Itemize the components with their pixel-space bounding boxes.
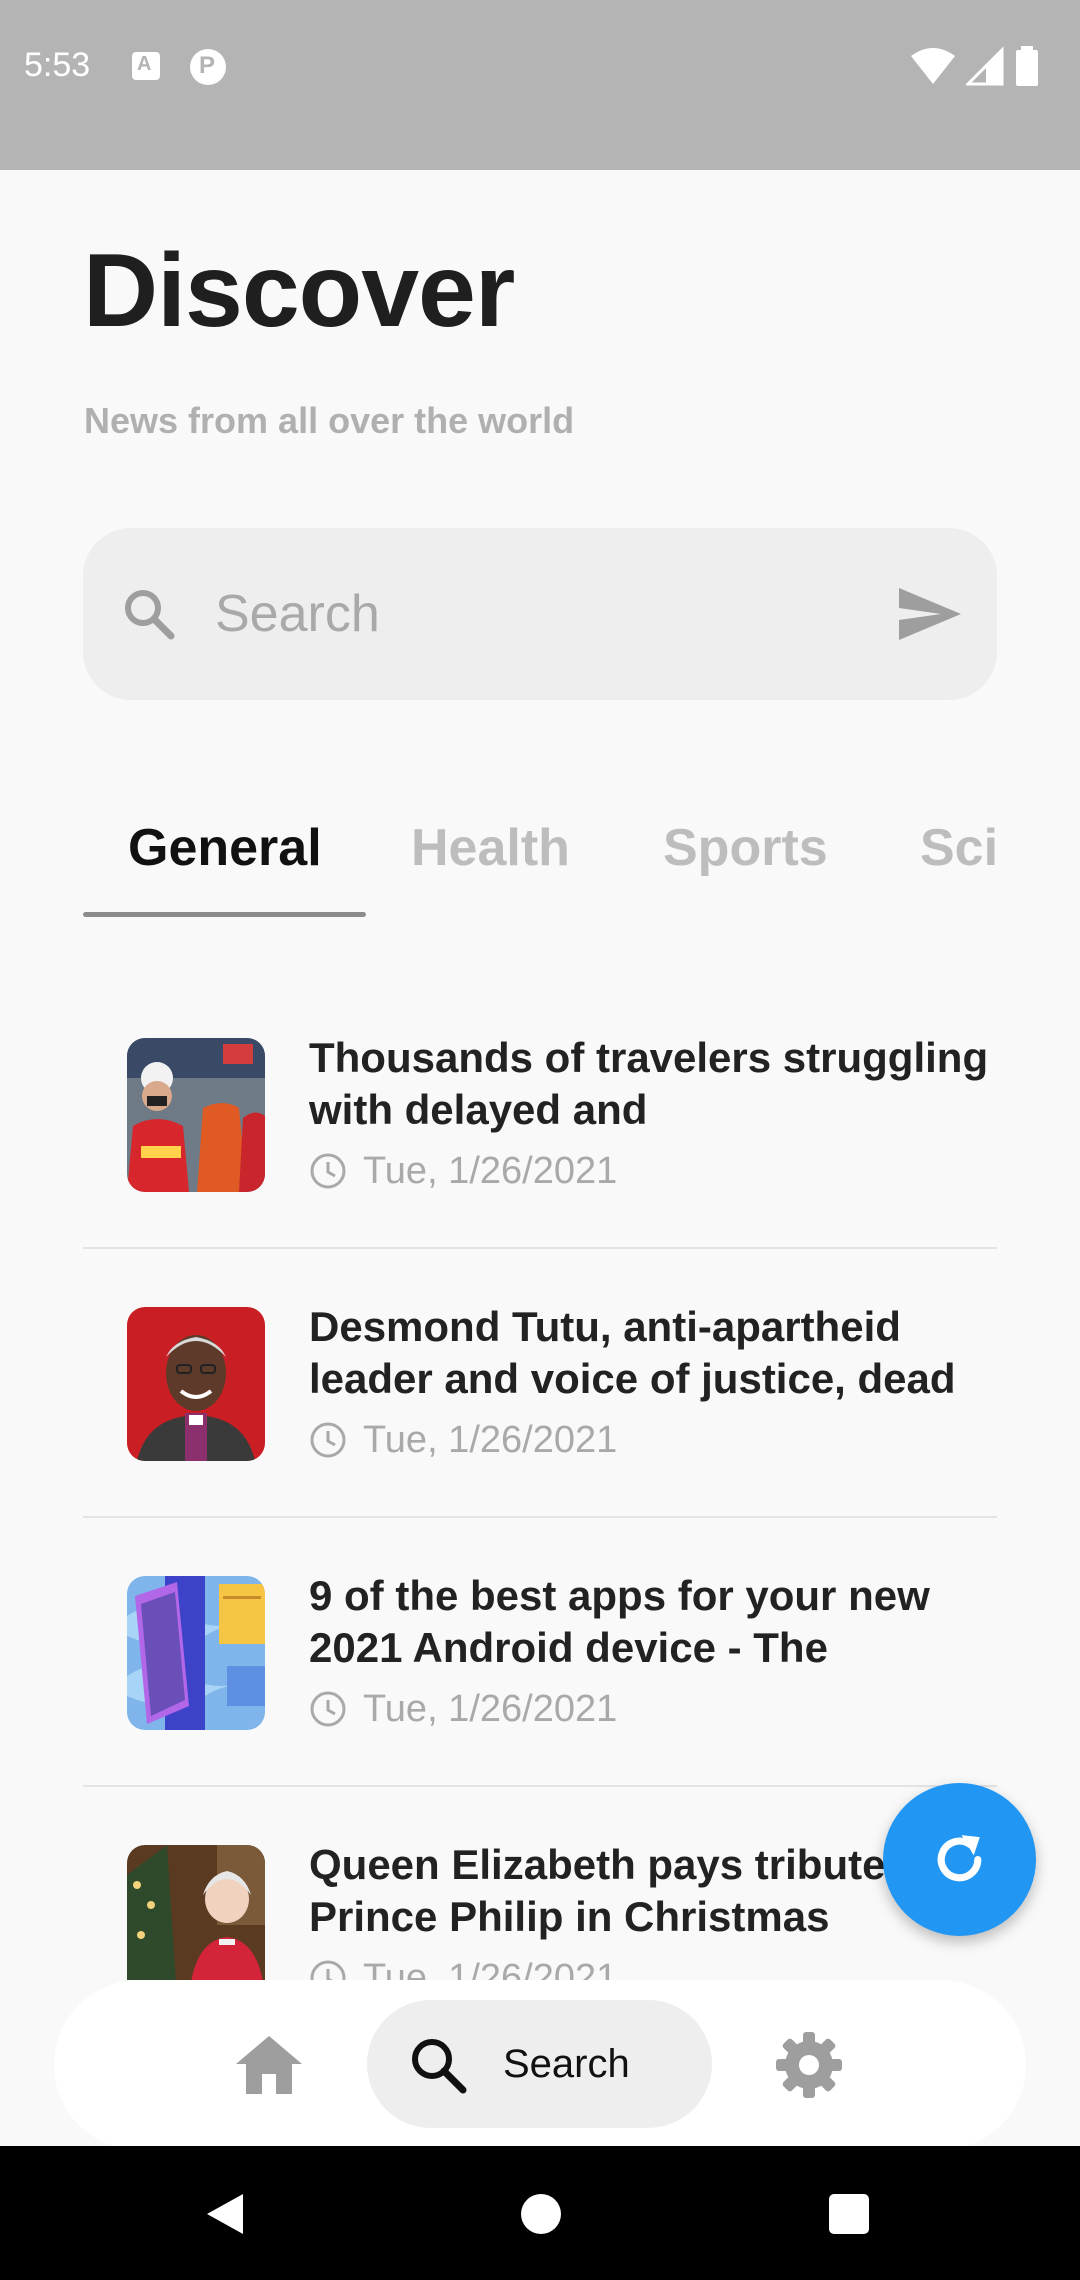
tab-health[interactable]: Health — [411, 818, 570, 878]
send-icon[interactable] — [897, 584, 963, 644]
home-button[interactable] — [521, 2194, 561, 2234]
clock-icon — [310, 1691, 346, 1727]
travelers-photo — [127, 1038, 265, 1192]
notification-p-icon: P — [190, 49, 226, 85]
page-subtitle: News from all over the world — [84, 400, 575, 441]
news-thumbnail — [127, 1307, 265, 1461]
notification-p-glyph: P — [199, 52, 216, 79]
queen-elizabeth-photo — [127, 1845, 265, 1980]
back-icon[interactable] — [205, 2192, 245, 2236]
notification-a-glyph: A — [137, 53, 152, 75]
tab-general[interactable]: General — [128, 818, 322, 878]
news-item[interactable]: Queen Elizabeth pays tribute to Prince P… — [83, 1787, 997, 1980]
search-icon — [412, 2039, 467, 2094]
page-title: Discover — [83, 233, 515, 349]
news-date: Tue, 1/26/2021 — [363, 1957, 618, 1980]
tab-sports[interactable]: Sports — [663, 818, 828, 878]
news-title: 9 of the best apps for your new 2021 And… — [309, 1572, 930, 1671]
android-apps-photo — [127, 1576, 265, 1730]
status-icons — [910, 46, 1060, 86]
clock-icon — [310, 1422, 346, 1458]
screen: 5:53 A P Discover News from all over the… — [0, 0, 1080, 2280]
news-thumbnail — [127, 1038, 265, 1192]
search-icon — [125, 590, 175, 640]
refresh-icon — [937, 1835, 982, 1882]
refresh-button[interactable] — [883, 1783, 1036, 1936]
search-bar[interactable] — [83, 528, 997, 700]
wifi-icon — [911, 48, 955, 84]
cellular-signal-icon — [966, 46, 1004, 86]
news-list: Thousands of travelers struggling with d… — [83, 980, 997, 1980]
battery-icon — [1016, 46, 1038, 86]
clock-icon — [310, 1153, 346, 1189]
news-thumbnail — [127, 1845, 265, 1980]
news-item[interactable]: Desmond Tutu, anti-apartheid leader and … — [83, 1249, 997, 1518]
notification-a-icon: A — [132, 52, 160, 80]
news-title: Desmond Tutu, anti-apartheid leader and … — [309, 1303, 956, 1402]
news-title: Thousands of travelers struggling with d… — [309, 1034, 989, 1133]
status-bar: 5:53 A P — [0, 0, 1080, 170]
category-tabs: General Health Sports Sci — [83, 800, 997, 920]
settings-icon[interactable] — [774, 2030, 844, 2100]
news-thumbnail — [127, 1576, 265, 1730]
tab-indicator — [83, 912, 366, 917]
news-item[interactable]: Thousands of travelers struggling with d… — [83, 980, 997, 1249]
clock-icon — [310, 1960, 346, 1980]
system-navigation-bar — [0, 2146, 1080, 2280]
recent-apps-button[interactable] — [829, 2194, 869, 2234]
news-date: Tue, 1/26/2021 — [363, 1150, 618, 1192]
tab-science[interactable]: Sci — [920, 818, 997, 878]
desmond-tutu-photo — [127, 1307, 265, 1461]
search-input[interactable] — [215, 574, 855, 654]
bottom-navigation: Search — [54, 1980, 1026, 2150]
home-icon[interactable] — [234, 2032, 304, 2096]
news-date: Tue, 1/26/2021 — [363, 1688, 618, 1730]
nav-search-label: Search — [503, 2042, 630, 2086]
status-time: 5:53 — [24, 46, 91, 84]
news-date: Tue, 1/26/2021 — [363, 1419, 618, 1461]
news-item[interactable]: 9 of the best apps for your new 2021 And… — [83, 1518, 997, 1787]
nav-search-button[interactable]: Search — [367, 2000, 712, 2128]
